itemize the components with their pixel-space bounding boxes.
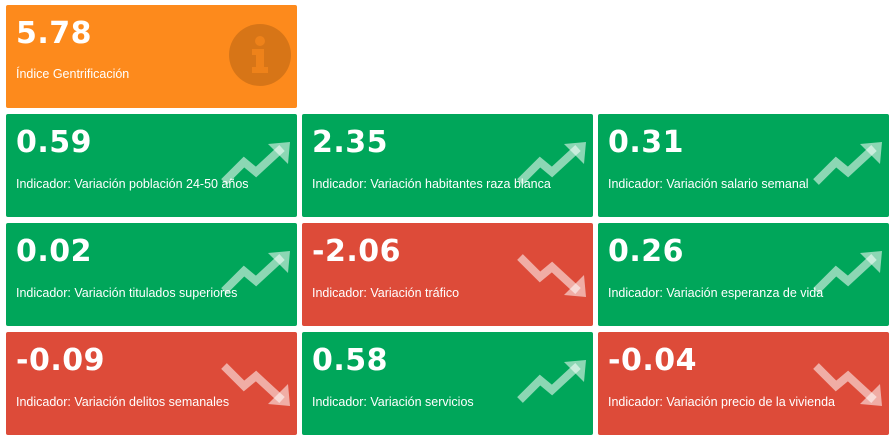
- indicator-label: Indicador: Variación titulados superiore…: [16, 286, 238, 300]
- trend-down-icon: [514, 249, 590, 299]
- trend-up-icon: [218, 249, 294, 299]
- indicator-label: Indicador: Variación esperanza de vida: [608, 286, 824, 300]
- indicator-value: 0.58: [312, 343, 389, 378]
- indicator-value: 0.26: [608, 234, 685, 269]
- indicator-box-1: 0.59 Indicador: Variación población 24-5…: [6, 114, 297, 217]
- trend-up-icon: [514, 140, 590, 190]
- indicator-box-7: -0.09 Indicador: Variación delitos seman…: [6, 332, 297, 435]
- indicator-value: 0.31: [608, 125, 685, 160]
- indicator-value: 0.59: [16, 125, 93, 160]
- indicator-box-9: -0.04 Indicador: Variación precio de la …: [598, 332, 889, 435]
- indicator-label: Indicador: Variación tráfico: [312, 286, 460, 300]
- indicator-label: Indicador: Variación población 24-50 año…: [16, 177, 249, 191]
- indicator-box-2: 2.35 Indicador: Variación habitantes raz…: [302, 114, 593, 217]
- indicator-box-3: 0.31 Indicador: Variación salario semana…: [598, 114, 889, 217]
- gentrification-index-value: 5.78: [16, 16, 93, 51]
- indicator-label: Indicador: Variación delitos semanales: [16, 395, 230, 409]
- trend-down-icon: [218, 358, 294, 408]
- trend-up-icon: [810, 140, 886, 190]
- indicator-label: Indicador: Variación servicios: [312, 395, 474, 409]
- indicator-value: -0.04: [608, 343, 697, 378]
- gentrification-index-label: Índice Gentrificación: [16, 67, 130, 81]
- trend-up-icon: [218, 140, 294, 190]
- gentrification-index-box: 5.78 Índice Gentrificación: [6, 5, 297, 108]
- indicator-box-4: 0.02 Indicador: Variación titulados supe…: [6, 223, 297, 326]
- indicator-value: 2.35: [312, 125, 389, 160]
- indicator-box-8: 0.58 Indicador: Variación servicios: [302, 332, 593, 435]
- indicator-label: Indicador: Variación precio de la vivien…: [608, 395, 835, 409]
- indicator-value: -0.09: [16, 343, 105, 378]
- trend-down-icon: [810, 358, 886, 408]
- info-icon: [228, 23, 292, 87]
- trend-up-icon: [810, 249, 886, 299]
- indicator-box-6: 0.26 Indicador: Variación esperanza de v…: [598, 223, 889, 326]
- indicator-value: -2.06: [312, 234, 401, 269]
- indicator-box-5: -2.06 Indicador: Variación tráfico: [302, 223, 593, 326]
- indicator-value: 0.02: [16, 234, 93, 269]
- trend-up-icon: [514, 358, 590, 408]
- indicator-label: Indicador: Variación salario semanal: [608, 177, 809, 191]
